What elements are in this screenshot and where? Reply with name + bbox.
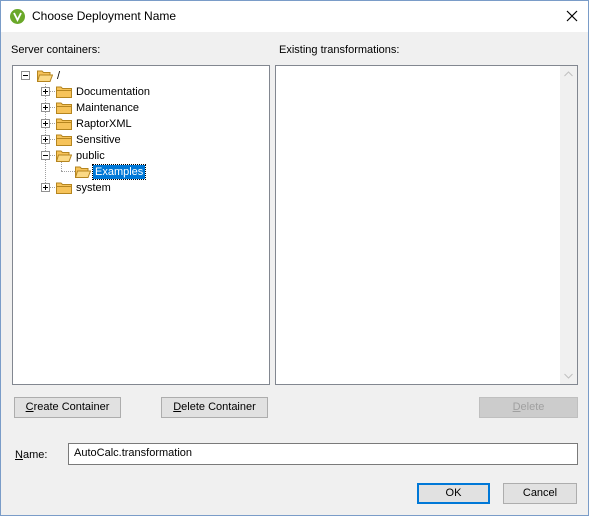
folder-open-icon (37, 70, 53, 82)
title-bar: Choose Deployment Name (1, 1, 588, 32)
tree-item-examples[interactable]: Examples (91, 164, 147, 180)
expand-toggle[interactable] (41, 87, 50, 96)
tree-item-root[interactable]: / (55, 69, 62, 83)
collapse-toggle[interactable] (21, 71, 30, 80)
collapse-toggle[interactable] (41, 151, 50, 160)
delete-button[interactable]: Delete (479, 397, 578, 418)
name-input[interactable]: AutoCalc.transformation (68, 443, 578, 465)
folder-open-icon (56, 150, 72, 162)
vertical-scrollbar[interactable] (560, 66, 577, 384)
folder-open-icon (75, 166, 91, 178)
tree-item-sensitive[interactable]: Sensitive (74, 133, 123, 147)
folder-icon (56, 134, 72, 146)
tree-item-public[interactable]: public (74, 149, 107, 163)
window-title: Choose Deployment Name (32, 9, 177, 23)
folder-icon (56, 182, 72, 194)
name-label: Name: (15, 449, 48, 461)
existing-transformations-label: Existing transformations: (279, 44, 400, 56)
tree-item-documentation[interactable]: Documentation (74, 85, 152, 99)
cancel-button[interactable]: Cancel (503, 483, 577, 504)
tree-item-maintenance[interactable]: Maintenance (74, 101, 141, 115)
expand-toggle[interactable] (41, 183, 50, 192)
server-containers-tree[interactable]: / Documentation Maintenance RaptorXML Se… (12, 65, 270, 385)
close-icon (566, 10, 578, 22)
tree-connector (61, 171, 75, 172)
create-container-button[interactable]: Create Container (14, 397, 121, 418)
dialog-window: Choose Deployment Name Server containers… (0, 0, 589, 516)
folder-icon (56, 86, 72, 98)
folder-icon (56, 102, 72, 114)
ok-button[interactable]: OK (417, 483, 490, 504)
scroll-up-icon[interactable] (564, 71, 573, 77)
expand-toggle[interactable] (41, 103, 50, 112)
scroll-down-icon[interactable] (564, 373, 573, 379)
tree-item-raptorxml[interactable]: RaptorXML (74, 117, 134, 131)
folder-icon (56, 118, 72, 130)
delete-container-button[interactable]: Delete Container (161, 397, 268, 418)
tree-item-system[interactable]: system (74, 181, 113, 195)
expand-toggle[interactable] (41, 119, 50, 128)
server-containers-label: Server containers: (11, 44, 101, 56)
altova-app-icon (10, 9, 25, 24)
existing-transformations-list[interactable] (275, 65, 578, 385)
close-button[interactable] (556, 1, 588, 31)
expand-toggle[interactable] (41, 135, 50, 144)
